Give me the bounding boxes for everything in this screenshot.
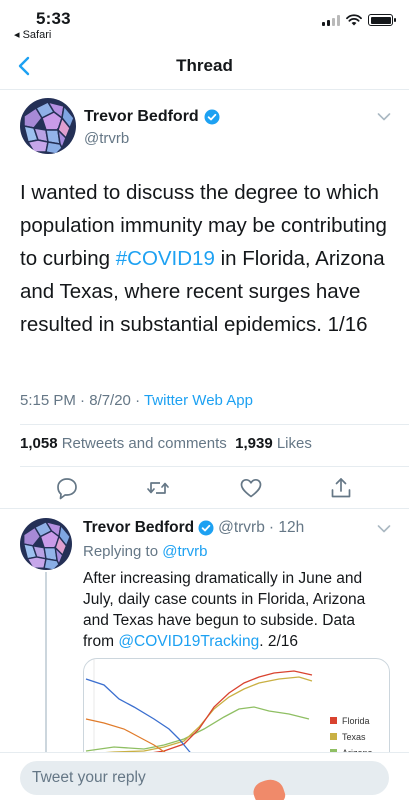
tweet-reply-input[interactable]: Tweet your reply xyxy=(20,761,389,795)
hashtag-link[interactable]: #COVID19 xyxy=(116,247,215,270)
replying-to-label: Replying to xyxy=(83,543,163,560)
chevron-down-icon[interactable] xyxy=(377,524,391,534)
legend-texas-swatch xyxy=(330,733,337,740)
reply-icon[interactable] xyxy=(54,475,80,501)
status-time: 5:33 xyxy=(36,9,71,28)
author-handle[interactable]: @trvrb xyxy=(84,130,129,147)
verified-badge-icon xyxy=(204,109,220,125)
replying-to-handle[interactable]: @trvrb xyxy=(162,543,207,560)
legend-florida-swatch xyxy=(330,717,337,724)
author-handle[interactable]: @trvrb xyxy=(218,519,265,537)
tweet-timestamp: 5:15 PM · 8/7/20 · Twitter Web App xyxy=(20,392,253,409)
author-name-text: Trevor Bedford xyxy=(84,108,199,125)
reply-text-part: . 2/16 xyxy=(259,633,299,650)
page-title: Thread xyxy=(176,56,233,75)
like-count[interactable]: 1,939 xyxy=(235,435,273,452)
replying-to: Replying to @trvrb xyxy=(83,543,207,560)
retweet-icon[interactable] xyxy=(145,475,171,501)
chevron-down-icon[interactable] xyxy=(377,112,391,122)
likes-label[interactable]: Likes xyxy=(273,435,312,452)
tweet-actions xyxy=(0,475,409,515)
tweet-text: I wanted to discuss the degree to which … xyxy=(20,176,390,341)
legend-texas: Texas xyxy=(342,732,366,742)
decline-series-line xyxy=(85,678,197,760)
legend-florida: Florida xyxy=(342,716,370,726)
status-bar: 5:33 ◂ Safari xyxy=(0,0,409,44)
reply-composer: Tweet your reply xyxy=(0,752,409,800)
battery-icon xyxy=(368,14,396,26)
reply-text: After increasing dramatically in June an… xyxy=(83,568,383,652)
tweet-stats: 1,058 Retweets and comments 1,939 Likes xyxy=(20,435,312,452)
retweet-count[interactable]: 1,058 xyxy=(20,435,58,452)
avatar[interactable] xyxy=(20,98,76,154)
mention-link[interactable]: @COVID19Tracking xyxy=(118,633,259,650)
wifi-icon xyxy=(346,14,362,26)
verified-badge-icon xyxy=(198,520,214,536)
reply-header: Trevor Bedford @trvrb · 12h xyxy=(83,519,304,537)
nav-header: Thread xyxy=(0,44,409,90)
tweet-source-link[interactable]: Twitter Web App xyxy=(144,392,253,409)
tweet-time: 5:15 PM · 8/7/20 · xyxy=(20,392,144,409)
author-name[interactable]: Trevor Bedford xyxy=(83,519,194,537)
avatar[interactable] xyxy=(20,518,72,570)
thread-line xyxy=(45,572,47,762)
like-icon[interactable] xyxy=(238,475,264,501)
texas-series-line xyxy=(85,676,313,755)
back-to-safari[interactable]: ◂ Safari xyxy=(14,28,51,41)
share-icon[interactable] xyxy=(328,475,354,501)
florida-series-line xyxy=(85,670,313,758)
divider xyxy=(20,466,409,467)
author-name[interactable]: Trevor Bedford xyxy=(84,108,220,126)
retweets-label[interactable]: Retweets and comments xyxy=(58,435,236,452)
cellular-signal-icon xyxy=(322,14,340,26)
status-indicators xyxy=(322,14,396,26)
divider xyxy=(20,424,409,425)
tweet-separator xyxy=(0,508,409,509)
tweet-age: · 12h xyxy=(268,519,305,536)
